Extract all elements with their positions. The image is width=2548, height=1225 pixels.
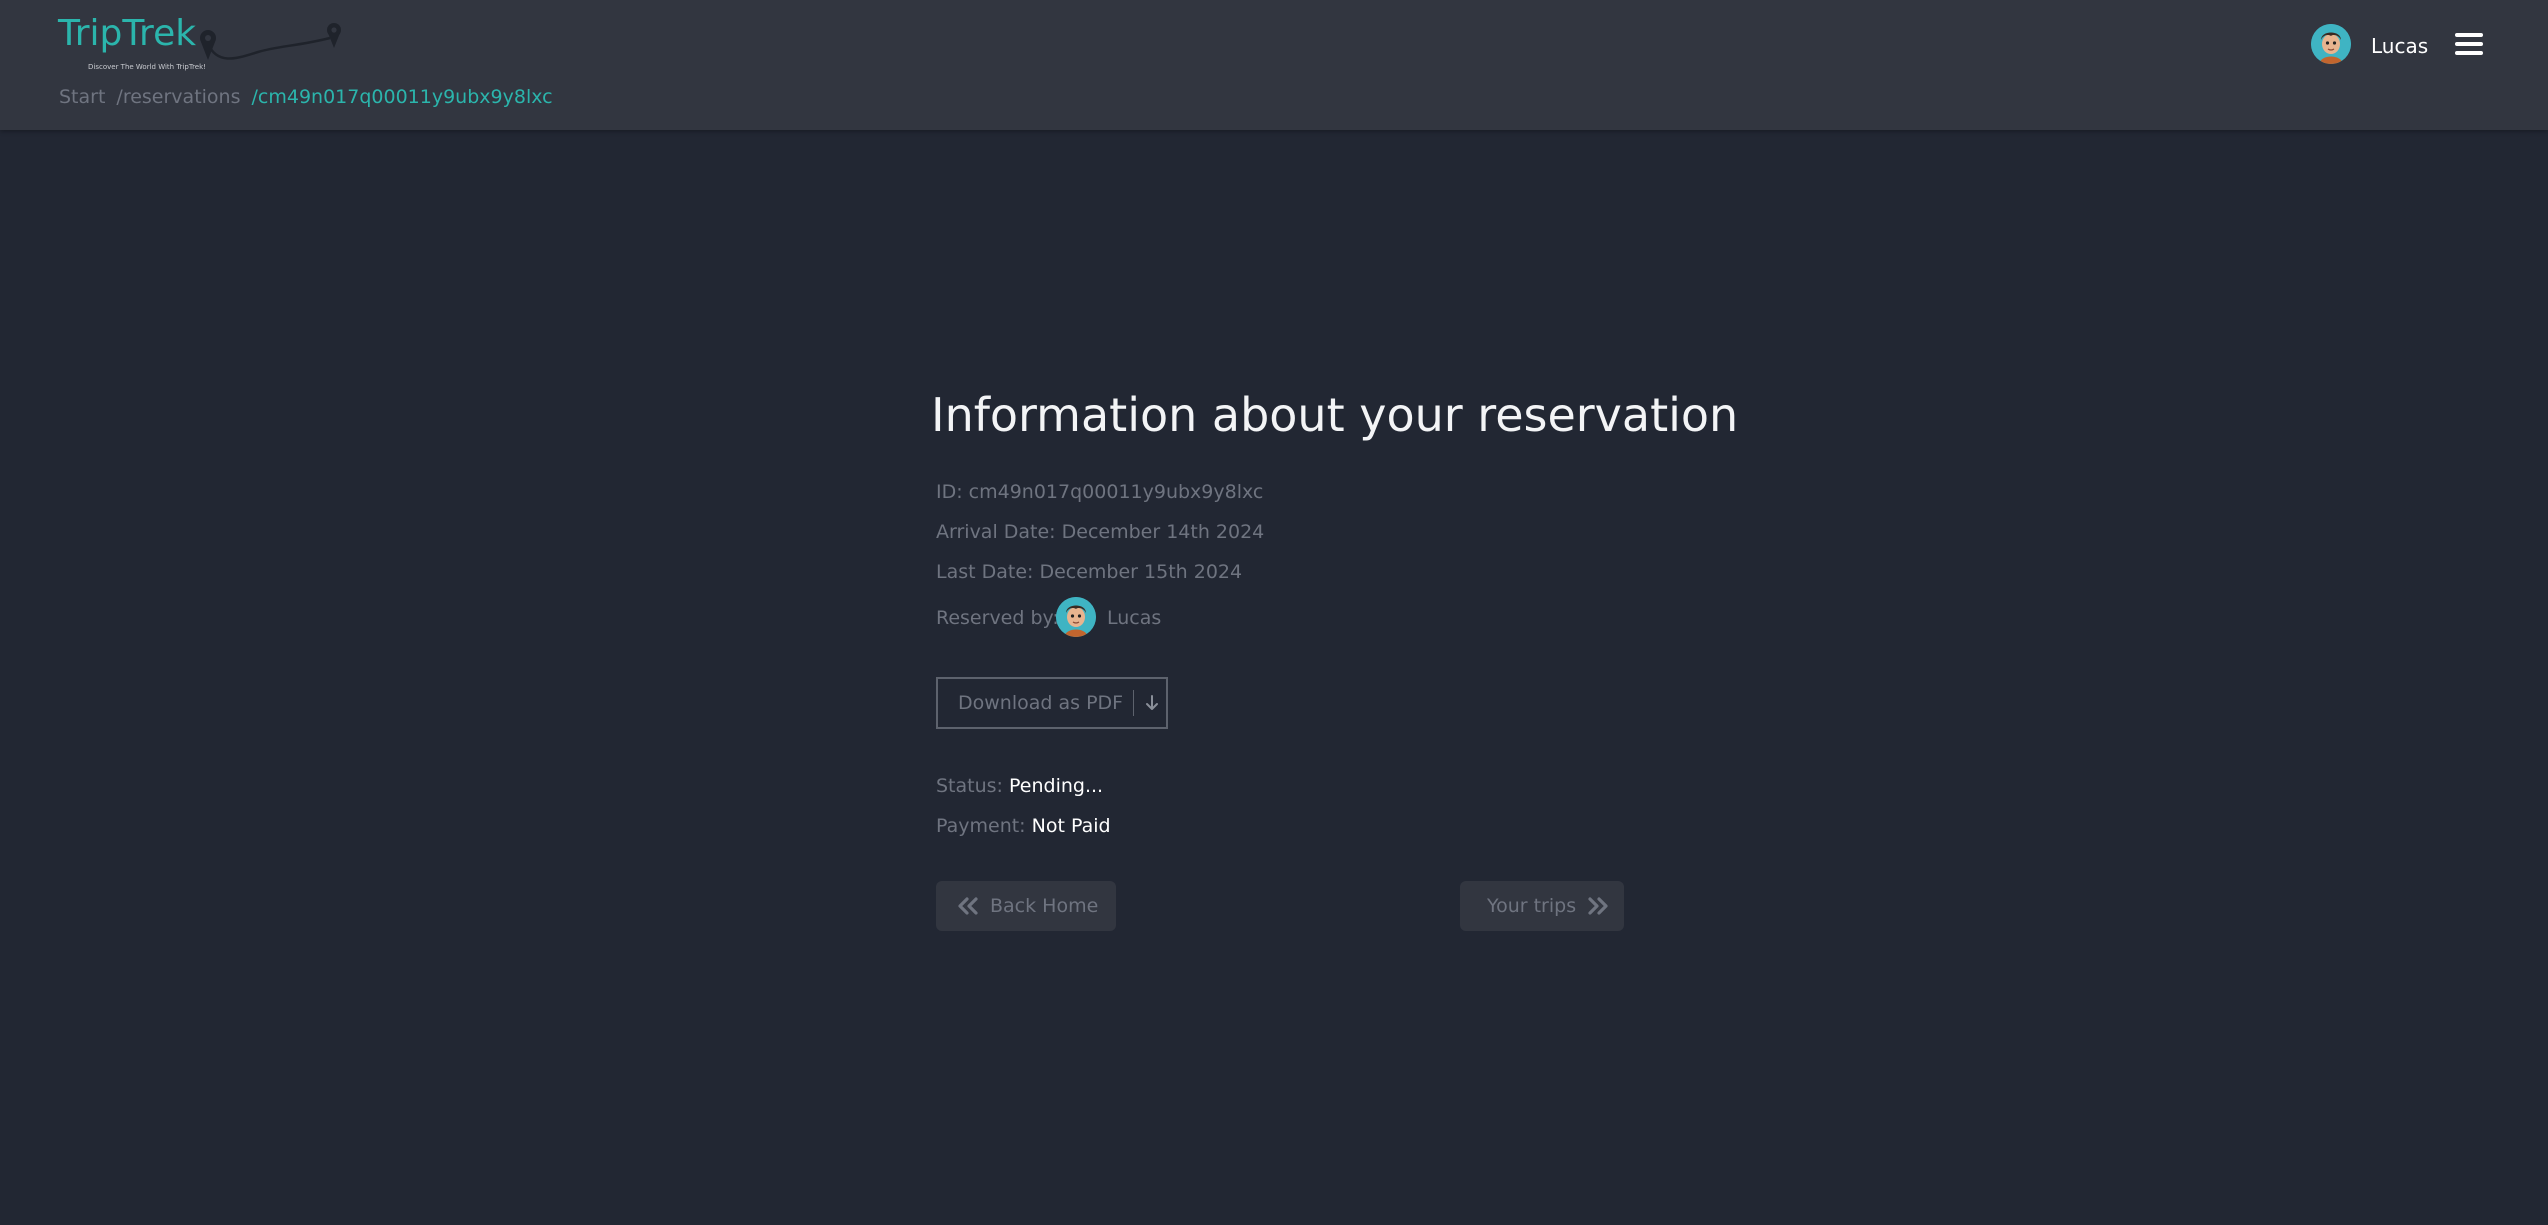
- avatar-illustration: [1056, 597, 1096, 637]
- logo-text: TripTrek: [58, 13, 197, 54]
- back-home-button[interactable]: Back Home: [936, 881, 1116, 931]
- payment-value: Not Paid: [1031, 815, 1111, 837]
- arrow-down-icon: [1146, 695, 1159, 710]
- header-username[interactable]: Lucas: [2371, 32, 2428, 60]
- route-map-pin-icon: [200, 23, 341, 60]
- back-home-label: Back Home: [990, 895, 1099, 917]
- breadcrumb-reservations[interactable]: /reservations: [116, 86, 240, 108]
- payment-label: Payment:: [936, 815, 1026, 837]
- download-pdf-label: Download as PDF: [958, 692, 1124, 714]
- payment-row: Payment: Not Paid: [936, 813, 1111, 839]
- double-chevron-left-icon: [958, 897, 978, 915]
- double-chevron-right-icon: [1588, 897, 1608, 915]
- reserved-by-avatar-icon: [1056, 597, 1096, 637]
- reserved-by-label: Reserved by:: [936, 607, 1059, 629]
- download-pdf-button[interactable]: Download as PDF: [936, 677, 1168, 729]
- last-date: Last Date: December 15th 2024: [936, 561, 1243, 583]
- user-avatar-icon[interactable]: [2311, 24, 2351, 64]
- button-divider: [1133, 690, 1135, 716]
- your-trips-label: Your trips: [1487, 895, 1577, 917]
- avatar-illustration: [2311, 24, 2351, 64]
- logo-tagline: Discover The World With TripTrek!: [88, 63, 206, 71]
- reservation-title: Information about your reservation: [931, 388, 1739, 442]
- triptrek-logo[interactable]: TripTrek Discover The World With TripTre…: [58, 13, 341, 74]
- status-label: Status:: [936, 775, 1003, 797]
- breadcrumb-current[interactable]: /cm49n017q00011y9ubx9y8lxc: [252, 86, 553, 108]
- your-trips-button[interactable]: Your trips: [1460, 881, 1624, 931]
- hamburger-menu-icon[interactable]: [2455, 33, 2485, 57]
- top-header: TripTrek Discover The World With TripTre…: [0, 0, 2548, 130]
- reserved-by-name: Lucas: [1107, 607, 1162, 629]
- arrival-date: Arrival Date: December 14th 2024: [936, 521, 1265, 543]
- status-row: Status: Pending...: [936, 773, 1103, 799]
- reservation-id: ID: cm49n017q00011y9ubx9y8lxc: [936, 481, 1264, 503]
- status-value: Pending...: [1009, 775, 1104, 797]
- breadcrumb-start[interactable]: Start: [59, 86, 105, 108]
- breadcrumb: Start/reservations/cm49n017q00011y9ubx9y…: [59, 84, 553, 110]
